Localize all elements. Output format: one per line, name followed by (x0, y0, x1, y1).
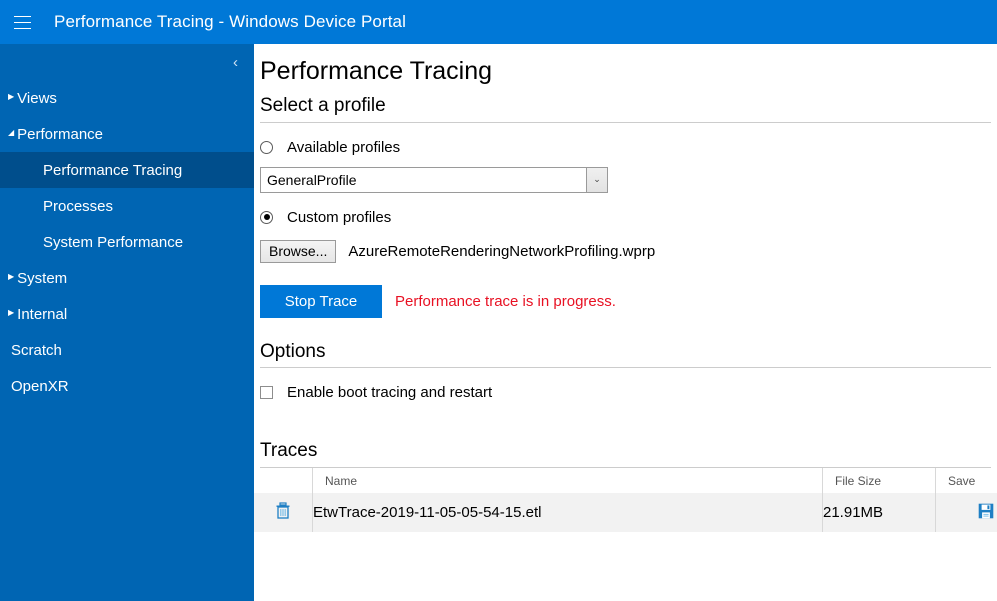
sidebar-item-label: Processes (43, 197, 114, 215)
sidebar-item-label: Scratch (11, 341, 62, 359)
traces-table: Name File Size Save EtwTrace-2019-11-05-… (254, 468, 997, 533)
floppy-save-icon[interactable] (978, 503, 994, 519)
table-row[interactable]: EtwTrace-2019-11-05-05-54-15.etl 21.91MB (254, 493, 997, 533)
boot-tracing-row: Enable boot tracing and restart (254, 384, 997, 401)
boot-tracing-label[interactable]: Enable boot tracing and restart (287, 384, 492, 401)
sidebar-item-scratch[interactable]: Scratch (0, 332, 254, 368)
main-content: Performance Tracing Select a profile Ava… (254, 44, 997, 601)
custom-profiles-radio[interactable] (260, 210, 273, 224)
sidebar-item-openxr[interactable]: OpenXR (0, 368, 254, 404)
custom-profiles-row: Custom profiles (254, 209, 997, 226)
hamburger-line (13, 27, 31, 29)
trace-status-message: Performance trace is in progress. (395, 292, 616, 310)
sidebar-collapse-row: ‹ (0, 44, 254, 80)
delete-trace-cell (254, 493, 313, 533)
trace-name-cell: EtwTrace-2019-11-05-05-54-15.etl (312, 493, 823, 533)
hamburger-line (13, 21, 31, 23)
traces-table-head: Name File Size Save (254, 468, 997, 494)
column-header-file-size: File Size (822, 468, 936, 494)
trace-file-size-cell: 21.91MB (822, 493, 936, 533)
sidebar-item-views[interactable]: ▶ Views (0, 80, 254, 116)
save-trace-cell (935, 493, 997, 533)
available-profiles-row: Available profiles (254, 139, 997, 156)
sidebar-item-list: ▶ Views ◢ Performance Performance Tracing Pro… (0, 80, 254, 404)
column-header-name: Name (312, 468, 823, 494)
sidebar-item-label: OpenXR (11, 377, 69, 395)
browse-row: Browse... AzureRemoteRenderingNetworkPro… (254, 239, 997, 263)
available-profiles-radio[interactable] (260, 140, 273, 154)
collapse-sidebar-icon[interactable]: ‹ (229, 53, 242, 72)
window-title: Performance Tracing - Windows Device Por… (54, 12, 406, 31)
custom-profiles-label[interactable]: Custom profiles (287, 209, 391, 226)
sidebar-item-system-performance[interactable]: System Performance (0, 224, 254, 260)
sidebar-item-system[interactable]: ▶ System (0, 260, 254, 296)
profile-select-row: GeneralProfile ⌄ (254, 166, 997, 193)
sidebar-navigation: ‹ ▶ Views ◢ Performance Performance Tracing P… (0, 44, 254, 601)
title-bar: Performance Tracing - Windows Device Por… (0, 0, 997, 44)
chevron-right-icon: ▶ (8, 272, 15, 281)
sidebar-item-performance-tracing[interactable]: Performance Tracing (0, 152, 254, 188)
hamburger-line (13, 15, 31, 17)
chevron-down-icon: ◢ (8, 128, 15, 137)
chevron-right-icon: ▶ (8, 308, 15, 317)
options-heading: Options (260, 340, 991, 369)
column-header-delete (254, 468, 313, 494)
trash-icon[interactable] (275, 502, 291, 519)
chevron-down-icon[interactable]: ⌄ (586, 167, 607, 192)
chevron-right-icon: ▶ (8, 92, 15, 101)
sidebar-item-label: Performance Tracing (43, 161, 183, 179)
custom-profile-filename: AzureRemoteRenderingNetworkProfiling.wpr… (348, 242, 656, 260)
traces-table-body: EtwTrace-2019-11-05-05-54-15.etl 21.91MB (254, 493, 997, 533)
sidebar-item-processes[interactable]: Processes (0, 188, 254, 224)
boot-tracing-checkbox[interactable] (260, 386, 273, 400)
column-header-save: Save (935, 468, 997, 494)
profile-select-value: GeneralProfile (267, 171, 357, 188)
trace-action-row: Stop Trace Performance trace is in progr… (254, 284, 997, 318)
available-profiles-label[interactable]: Available profiles (287, 139, 400, 156)
device-portal-window: Performance Tracing - Windows Device Por… (0, 0, 997, 601)
traces-heading: Traces (260, 439, 991, 469)
sidebar-item-label: System (17, 269, 68, 287)
traces-header-row: Name File Size Save (254, 468, 997, 494)
page-title: Performance Tracing (260, 57, 493, 85)
sidebar-item-label: System Performance (43, 233, 184, 251)
profile-select[interactable]: GeneralProfile ⌄ (260, 166, 608, 193)
stop-trace-button[interactable]: Stop Trace (260, 284, 382, 318)
browse-button[interactable]: Browse... (260, 239, 337, 263)
sidebar-item-internal[interactable]: ▶ Internal (0, 296, 254, 332)
sidebar-item-label: Views (17, 89, 57, 107)
select-profile-heading: Select a profile (260, 94, 991, 123)
sidebar-item-label: Performance (17, 125, 104, 143)
sidebar-item-label: Internal (17, 305, 68, 323)
hamburger-menu-icon[interactable] (0, 0, 44, 44)
sidebar-item-performance[interactable]: ◢ Performance (0, 116, 254, 152)
